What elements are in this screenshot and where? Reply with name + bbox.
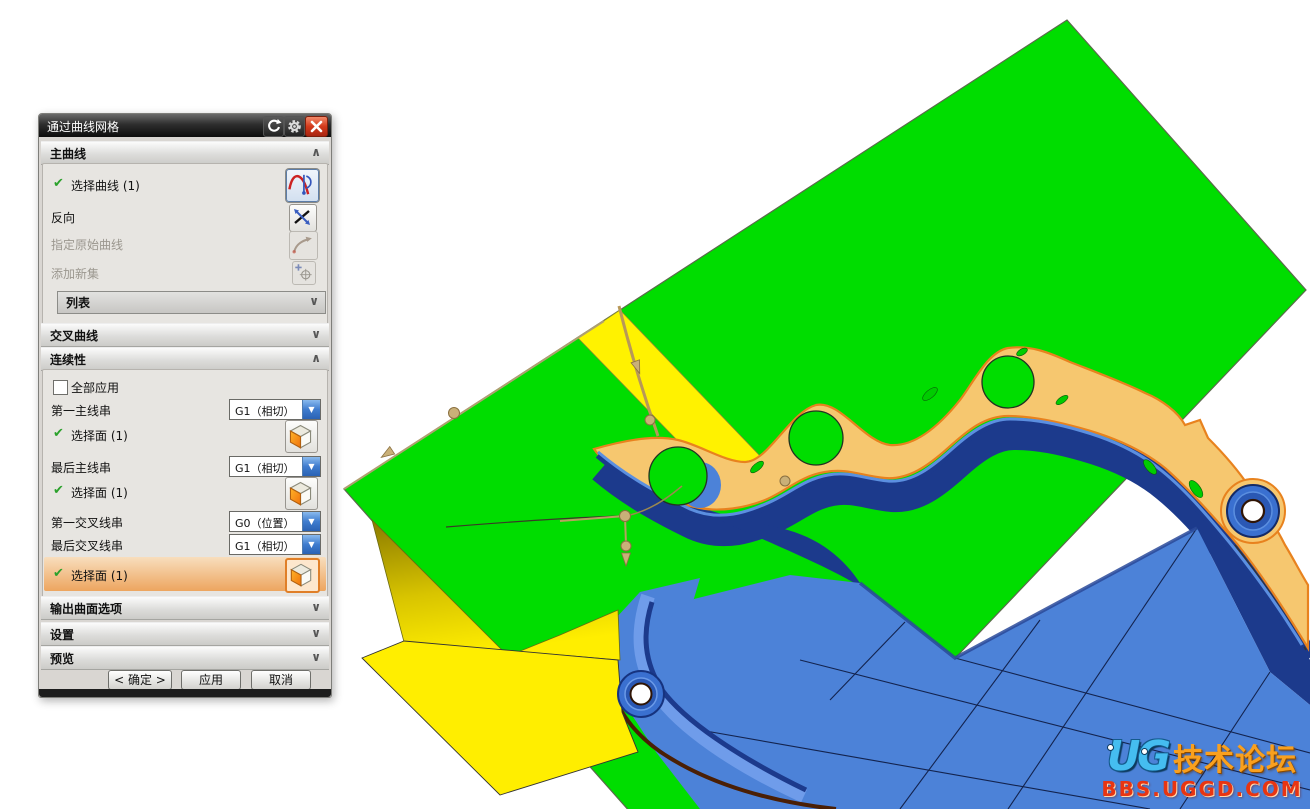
dialog-titlebar[interactable]: 通过曲线网格 (39, 114, 331, 137)
ug-logo: UG (1107, 732, 1168, 780)
specify-origin-curve-label: 指定原始曲线 (51, 236, 123, 253)
face-cube-icon (286, 421, 315, 450)
first-primary-label: 第一主线串 (51, 402, 111, 419)
fish-eye-icon (1141, 748, 1148, 755)
reset-icon[interactable] (263, 116, 284, 137)
reverse-icon (290, 205, 314, 229)
chevron-up-icon[interactable]: ∧ (311, 145, 321, 159)
select-face-label: 选择面 (1) (71, 427, 128, 444)
select-face-label: 选择面 (1) (71, 567, 128, 584)
apply-all-label: 全部应用 (71, 379, 119, 396)
close-icon[interactable] (305, 116, 328, 137)
origin-curve-icon (290, 232, 315, 257)
chevron-down-icon[interactable]: ∨ (311, 626, 321, 640)
cancel-button[interactable]: 取消 (251, 670, 311, 690)
select-face-button-1[interactable] (285, 420, 318, 453)
forum-watermark: UG 技术论坛 BBS.UGGD.COM (1093, 736, 1310, 799)
check-icon: ✔ (53, 483, 64, 498)
add-set-icon (293, 262, 313, 282)
specify-origin-curve-button[interactable] (289, 231, 318, 260)
face-cube-icon (286, 478, 315, 507)
select-face-label: 选择面 (1) (71, 484, 128, 501)
chevron-down-icon[interactable]: ∨ (309, 294, 319, 308)
select-face-button-3[interactable] (285, 558, 320, 593)
section-label: 连续性 (50, 351, 86, 368)
watermark-name: 技术论坛 (1173, 743, 1297, 778)
check-icon: ✔ (53, 566, 64, 581)
section-preview[interactable]: 预览 ∨ (41, 646, 329, 670)
dropdown-arrow-icon[interactable]: ▼ (302, 535, 320, 554)
chevron-down-icon[interactable]: ∨ (311, 600, 321, 614)
section-primary-curves[interactable]: 主曲线 ∧ (41, 141, 329, 165)
watermark-url: BBS.UGGD.COM (1093, 779, 1310, 799)
reverse-label: 反向 (51, 209, 75, 226)
boss-hole-left (618, 671, 664, 717)
dropdown-value: G1（相切） (235, 460, 295, 476)
last-cross-label: 最后交叉线串 (51, 537, 123, 554)
face-cube-icon (287, 560, 315, 588)
first-cross-dropdown[interactable]: G0（位置） ▼ (229, 511, 321, 532)
fish-eye-icon (1107, 744, 1114, 751)
add-new-set-label: 添加新集 (51, 265, 99, 282)
section-label: 预览 (50, 650, 74, 667)
last-primary-label: 最后主线串 (51, 459, 111, 476)
select-curve-button[interactable] (286, 169, 319, 202)
section-continuity[interactable]: 连续性 ∧ (41, 347, 329, 371)
dropdown-arrow-icon[interactable]: ▼ (302, 400, 320, 419)
dropdown-value: G1（相切） (235, 403, 295, 419)
through-curve-mesh-dialog: 通过曲线网格 主曲线 ∧ ✔ 选择曲线 (1) (38, 113, 332, 698)
first-primary-dropdown[interactable]: G1（相切） ▼ (229, 399, 321, 420)
dropdown-arrow-icon[interactable]: ▼ (302, 512, 320, 531)
select-face-button-2[interactable] (285, 477, 318, 510)
apply-button[interactable]: 应用 (181, 670, 241, 690)
check-icon: ✔ (53, 176, 64, 191)
dialog-title: 通过曲线网格 (47, 118, 119, 135)
add-new-set-button[interactable] (292, 261, 316, 285)
settings-gear-icon[interactable] (284, 116, 305, 137)
chevron-up-icon[interactable]: ∧ (311, 351, 321, 365)
dropdown-value: G1（相切） (235, 538, 295, 554)
reverse-direction-button[interactable] (289, 204, 317, 232)
section-output-surface-options[interactable]: 输出曲面选项 ∨ (41, 596, 329, 620)
section-cross-curves[interactable]: 交叉曲线 ∨ (41, 323, 329, 347)
first-cross-label: 第一交叉线串 (51, 514, 123, 531)
list-bar[interactable]: 列表 ∨ (57, 291, 326, 314)
last-cross-dropdown[interactable]: G1（相切） ▼ (229, 534, 321, 555)
boss-hole-right (1221, 479, 1285, 543)
last-primary-dropdown[interactable]: G1（相切） ▼ (229, 456, 321, 477)
section-label: 主曲线 (50, 145, 86, 162)
chevron-down-icon[interactable]: ∨ (311, 327, 321, 341)
application-window: UG 技术论坛 BBS.UGGD.COM 通过曲线网格 主曲线 ∧ ✔ (0, 0, 1310, 809)
dropdown-value: G0（位置） (235, 515, 295, 531)
section-label: 输出曲面选项 (50, 600, 122, 617)
section-label: 设置 (50, 626, 74, 643)
chevron-down-icon[interactable]: ∨ (311, 650, 321, 664)
dialog-bottom-bar (39, 689, 331, 697)
select-curve-label: 选择曲线 (1) (71, 177, 140, 194)
section-settings[interactable]: 设置 ∨ (41, 622, 329, 646)
apply-all-checkbox[interactable] (53, 380, 68, 395)
ok-button[interactable]: < 确定 > (108, 670, 172, 690)
curve-icon (287, 170, 316, 199)
dropdown-arrow-icon[interactable]: ▼ (302, 457, 320, 476)
check-icon: ✔ (53, 426, 64, 441)
section-label: 交叉曲线 (50, 327, 98, 344)
list-label: 列表 (66, 294, 90, 311)
